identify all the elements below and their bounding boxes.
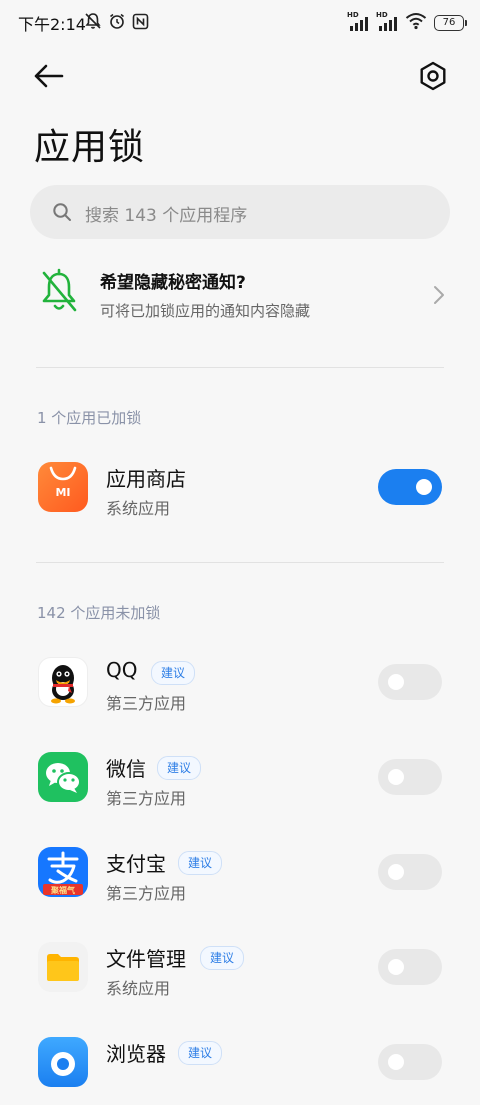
- top-bar: [0, 55, 480, 99]
- status-time: 下午2:14: [18, 15, 86, 34]
- lock-toggle[interactable]: [378, 664, 442, 700]
- browser-icon: [38, 1037, 88, 1087]
- mi-store-icon: MI: [38, 462, 88, 512]
- status-bar: 下午2:14 HD HD 76: [0, 0, 480, 44]
- divider: [36, 562, 444, 563]
- suggest-badge: 建议: [178, 851, 223, 875]
- alarm-icon: [108, 12, 126, 34]
- cell-signal-2-icon: HD: [376, 11, 398, 32]
- alipay-icon: 聚福气: [38, 847, 88, 897]
- app-name: 应用商店: [106, 467, 186, 491]
- app-type: 第三方应用: [106, 694, 187, 713]
- app-type: 第三方应用: [106, 789, 187, 808]
- app-row-app-store[interactable]: MI 应用商店 系统应用: [0, 450, 480, 530]
- app-name: 文件管理: [106, 947, 186, 971]
- lock-toggle[interactable]: [378, 949, 442, 985]
- back-arrow-icon: [34, 64, 64, 88]
- divider: [36, 367, 444, 368]
- app-row-file-manager[interactable]: 文件管理 建议 系统应用: [0, 930, 480, 1010]
- suggest-badge: 建议: [200, 946, 245, 970]
- lock-toggle[interactable]: [378, 469, 442, 505]
- app-type: 系统应用: [106, 979, 171, 998]
- nfc-icon: [132, 13, 149, 34]
- suggest-badge: 建议: [178, 1041, 223, 1065]
- app-type: 第三方应用: [106, 884, 187, 903]
- notice-title: 希望隐藏秘密通知?: [100, 273, 246, 293]
- settings-button[interactable]: [416, 59, 450, 93]
- wifi-icon: [405, 12, 427, 34]
- wechat-icon: [38, 752, 88, 802]
- chevron-right-icon: [434, 286, 444, 304]
- unlocked-section-label: 142 个应用未加锁: [37, 604, 161, 622]
- svg-text:MI: MI: [55, 486, 70, 499]
- app-type: 系统应用: [106, 499, 171, 518]
- lock-toggle[interactable]: [378, 1044, 442, 1080]
- app-name: 浏览器: [106, 1042, 166, 1066]
- app-name: QQ: [106, 658, 138, 682]
- search-bar[interactable]: 搜索 143 个应用程序: [30, 185, 450, 239]
- back-button[interactable]: [32, 61, 68, 93]
- hide-notifications-prompt[interactable]: 希望隐藏秘密通知? 可将已加锁应用的通知内容隐藏: [0, 258, 480, 338]
- app-name: 支付宝: [106, 852, 166, 876]
- mute-notifications-icon: [84, 12, 102, 34]
- lock-toggle[interactable]: [378, 759, 442, 795]
- app-row-alipay[interactable]: 聚福气 支付宝 建议 第三方应用: [0, 835, 480, 915]
- svg-text:聚福气: 聚福气: [50, 885, 75, 895]
- notice-subtitle: 可将已加锁应用的通知内容隐藏: [100, 302, 311, 320]
- app-row-browser[interactable]: 浏览器 建议: [0, 1025, 480, 1105]
- suggest-badge: 建议: [157, 756, 202, 780]
- lock-toggle[interactable]: [378, 854, 442, 890]
- search-icon: [53, 203, 71, 221]
- battery-indicator: 76: [434, 15, 467, 31]
- app-name: 微信: [106, 757, 146, 781]
- locked-section-label: 1 个应用已加锁: [37, 409, 142, 427]
- page-title: 应用锁: [34, 127, 146, 168]
- search-input[interactable]: 搜索 143 个应用程序: [85, 201, 247, 226]
- suggest-badge: 建议: [151, 661, 196, 685]
- app-row-qq[interactable]: QQ 建议 第三方应用: [0, 645, 480, 725]
- qq-icon: [38, 657, 88, 707]
- file-manager-icon: [38, 942, 88, 992]
- bell-off-icon: [42, 268, 77, 312]
- cell-signal-1-icon: HD: [347, 11, 369, 32]
- gear-icon: [420, 61, 446, 91]
- app-row-wechat[interactable]: 微信 建议 第三方应用: [0, 740, 480, 820]
